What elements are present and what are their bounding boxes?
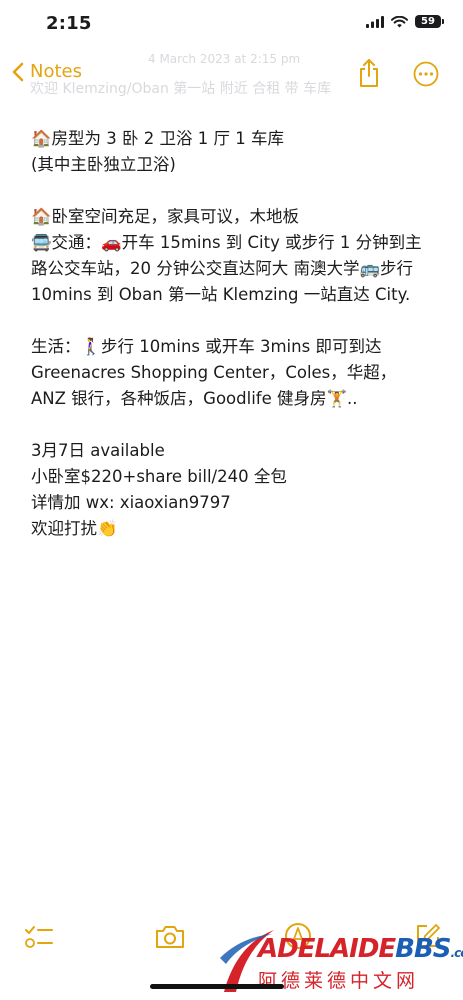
note-blank-line <box>31 412 431 438</box>
checklist-button[interactable] <box>24 924 54 954</box>
wifi-icon <box>391 15 408 27</box>
camera-button[interactable] <box>154 924 186 954</box>
status-time: 2:15 <box>46 13 92 34</box>
home-indicator[interactable] <box>150 984 284 989</box>
camera-icon <box>156 926 184 948</box>
note-line: 小卧室$220+share bill/240 全包 <box>31 467 287 486</box>
back-button[interactable]: Notes <box>12 61 82 82</box>
watermark-en-part1: ADELAIDE <box>258 934 396 964</box>
watermark-en-part3: .com <box>450 946 463 960</box>
note-blank-line <box>31 178 431 204</box>
back-label: Notes <box>30 61 82 82</box>
note-date: 4 March 2023 at 2:15 pm <box>148 52 301 66</box>
note-line: 详情加 wx: xiaoxian9797 <box>31 493 231 512</box>
signal-icon <box>366 15 384 28</box>
watermark-en-part2: BBS <box>395 934 451 964</box>
battery-icon: 59 <box>415 15 444 28</box>
checklist-icon <box>25 926 53 948</box>
nav-bar: 4 March 2023 at 2:15 pm 欢迎 Klemzing/Oban… <box>0 52 463 98</box>
share-icon <box>360 59 378 87</box>
chevron-left-icon <box>12 62 24 81</box>
more-button[interactable] <box>413 61 439 91</box>
watermark-cn: 阿德莱德中文网 <box>258 970 420 992</box>
note-line: 欢迎打扰👏 <box>31 519 118 538</box>
note-line: (其中主卧独立卫浴) <box>31 155 176 174</box>
share-button[interactable] <box>357 58 381 92</box>
note-line: 🏠卧室空间充足，家具可议，木地板 <box>31 207 300 226</box>
note-line: 3月7日 available <box>31 441 165 460</box>
watermark-en: ADELAIDEBBS.com <box>258 934 463 964</box>
status-bar: 2:15 59 <box>0 0 463 48</box>
ellipsis-circle-icon <box>413 61 439 87</box>
note-line: 🚍交通：🚗开车 15mins 到 City 或步行 1 分钟到主路公交车站，20… <box>31 233 422 304</box>
note-blank-line <box>31 308 431 334</box>
note-body[interactable]: 🏠房型为 3 卧 2 卫浴 1 厅 1 车库 (其中主卧独立卫浴) 🏠卧室空间充… <box>31 126 431 542</box>
note-line: 🏠房型为 3 卧 2 卫浴 1 厅 1 车库 <box>31 129 284 148</box>
status-icons: 59 <box>366 15 444 28</box>
note-line: 生活：🚶‍♀️步行 10mins 或开车 3mins 即可到达 Greenacr… <box>31 337 397 408</box>
